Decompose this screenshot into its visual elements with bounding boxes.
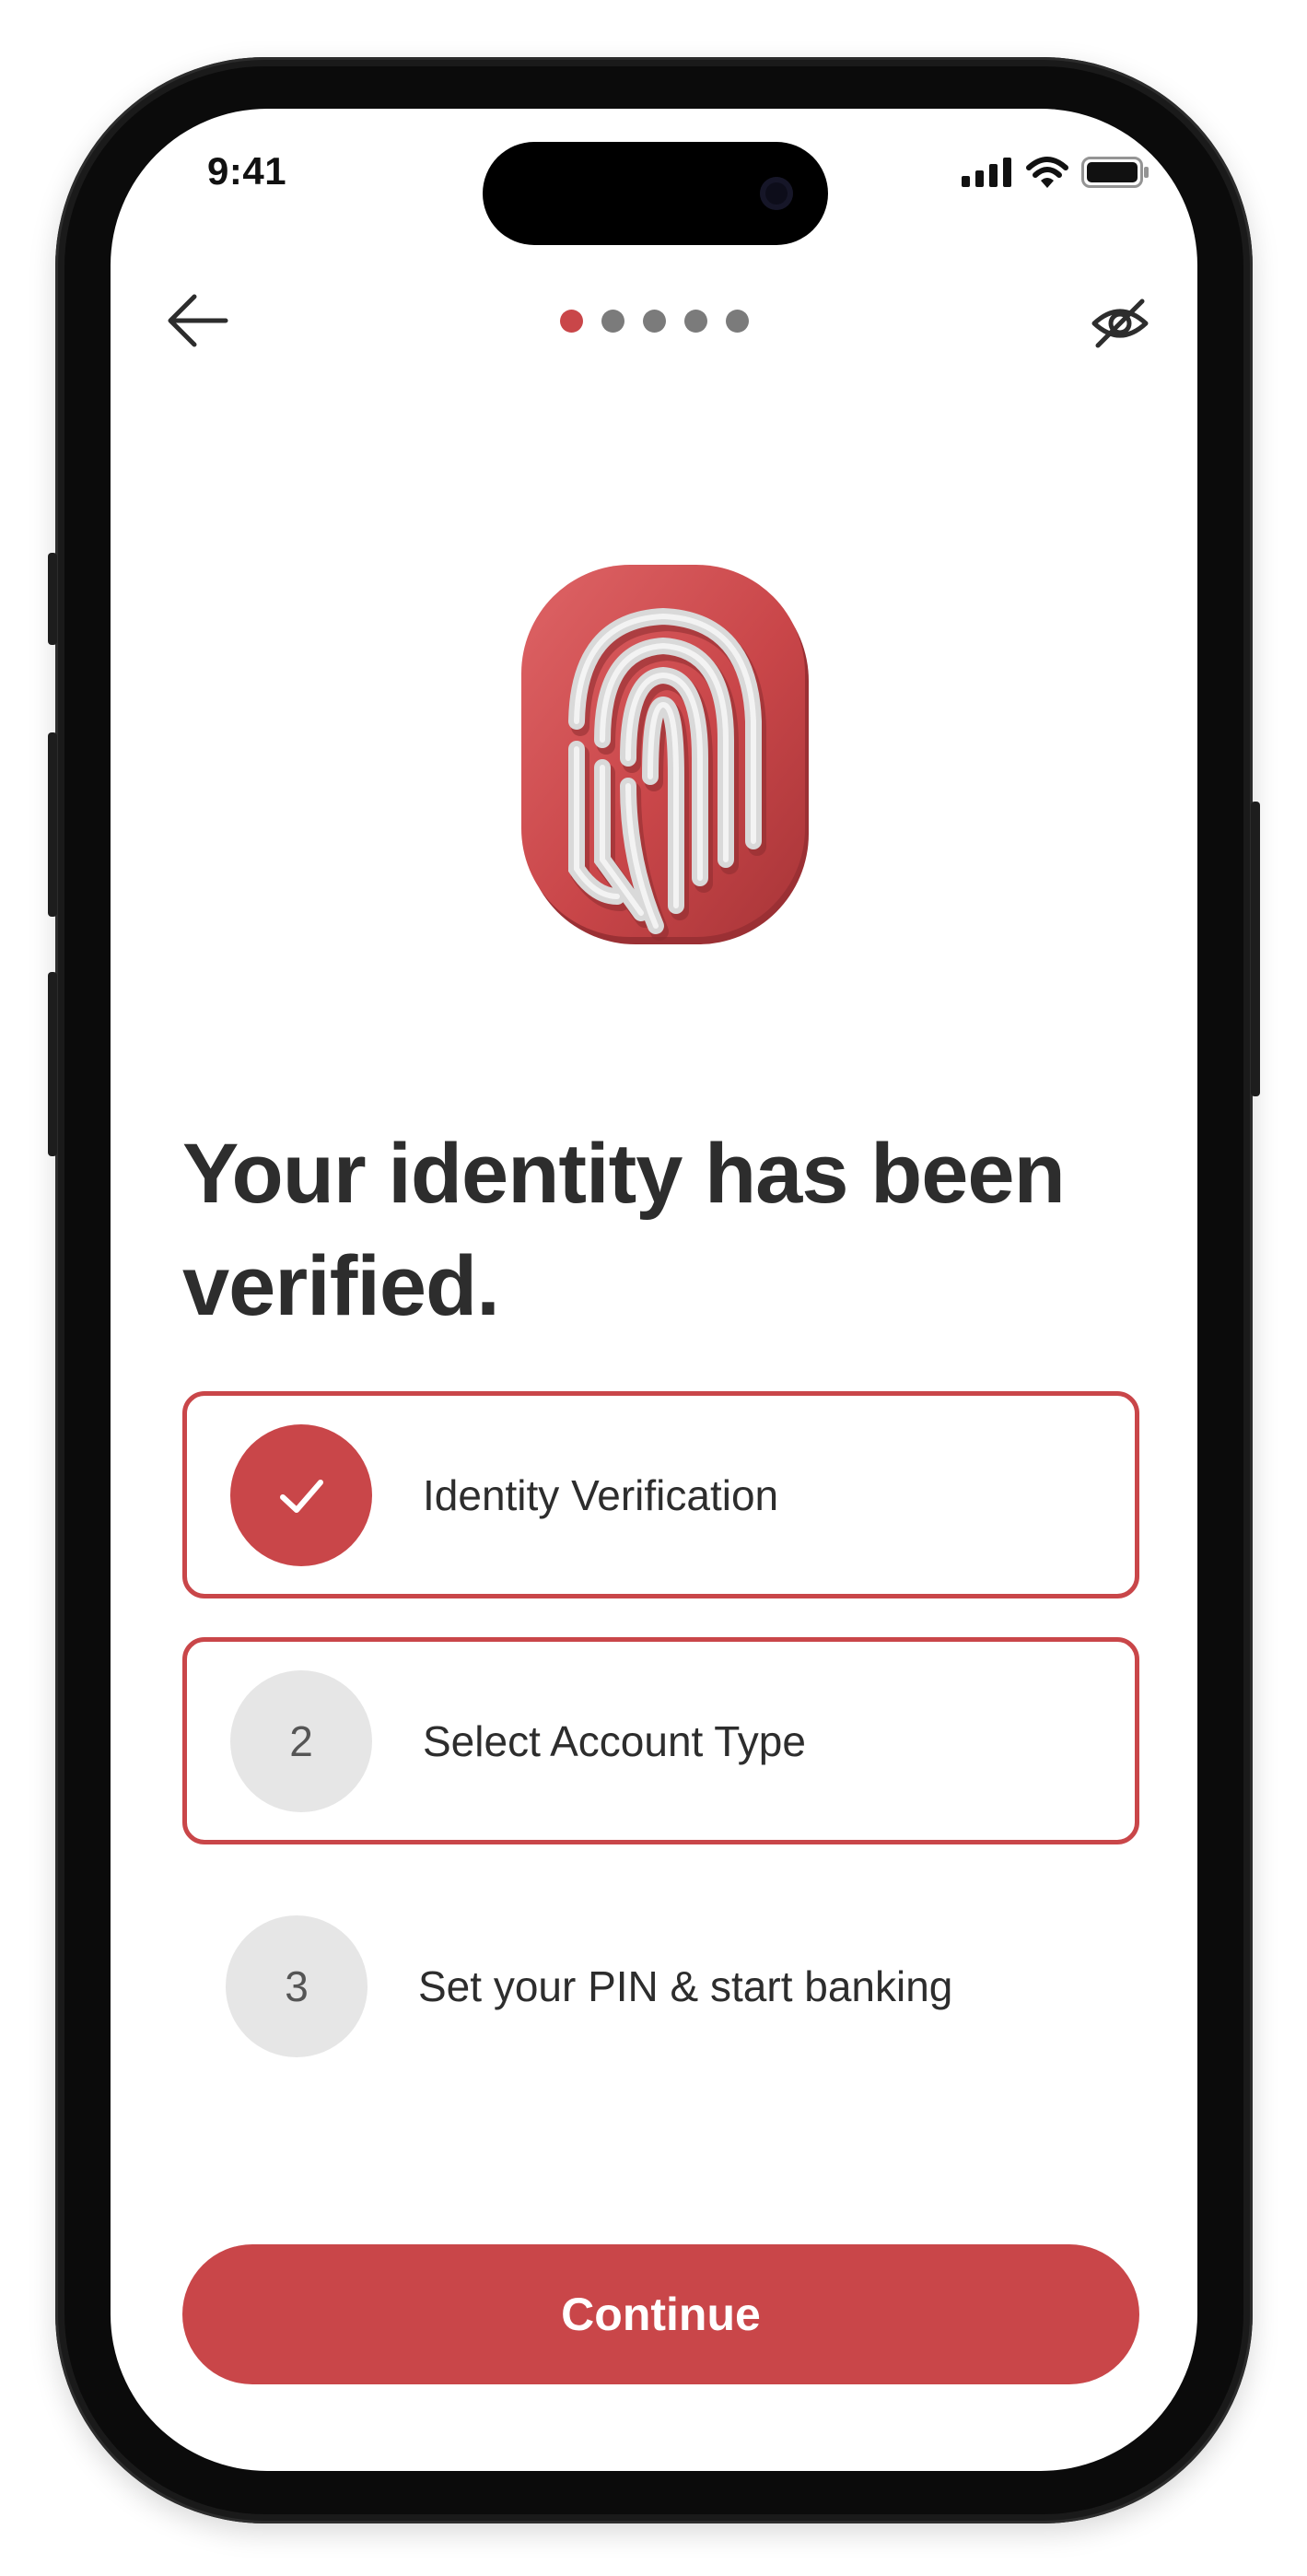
step-label: Select Account Type [423,1716,806,1765]
cellular-signal-icon [962,158,1011,187]
step-status-badge [230,1423,372,1566]
step-label: Set your PIN & start banking [418,1961,953,2010]
fingerprint-icon [521,565,809,944]
progress-dot [725,310,749,333]
status-time: 9:41 [207,149,287,193]
step-item-identity-verification: Identity Verification [182,1391,1139,1598]
progress-dot-active [559,310,583,333]
front-camera [760,177,793,210]
status-icons [962,157,1149,188]
step-item-set-pin: 3 Set your PIN & start banking [182,1882,1139,2090]
power-button [1251,802,1260,1096]
visibility-toggle-button[interactable] [1087,290,1153,357]
page-title: Your identity has been verified. [182,1127,1066,1333]
step-number-badge: 2 [230,1669,372,1812]
eye-off-icon [1091,299,1149,348]
progress-dot [601,310,624,333]
step-label: Identity Verification [423,1470,779,1519]
dynamic-island [483,142,828,245]
progress-dots [111,310,1197,333]
battery-icon [1081,157,1149,188]
progress-dot [642,310,666,333]
app-screen: 9:41 Your identity has been verified. Id… [111,109,1197,2471]
step-number-badge: 3 [226,1914,368,2057]
wifi-icon [1026,157,1068,188]
step-item-select-account-type: 2 Select Account Type [182,1637,1139,1844]
volume-down-button [48,972,57,1156]
fingerprint-hero [521,565,812,948]
volume-up-button [48,732,57,917]
action-button [48,553,57,645]
continue-button[interactable]: Continue [182,2244,1139,2384]
progress-dot [683,310,707,333]
checkmark-icon [280,1479,323,1513]
